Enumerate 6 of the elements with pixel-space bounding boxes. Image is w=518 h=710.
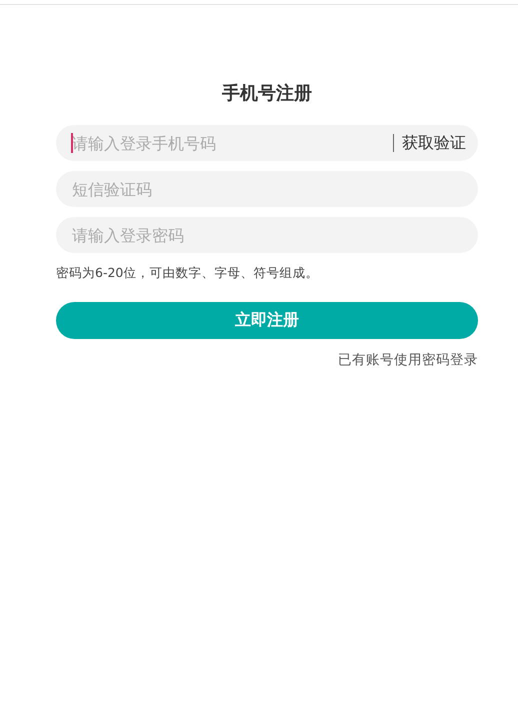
get-code-button[interactable]: 获取验证 bbox=[402, 132, 466, 154]
input-field[interactable]: 短信验证码 bbox=[56, 171, 478, 207]
password-login-link[interactable]: 已有账号使用密码登录 bbox=[338, 351, 478, 369]
input-field[interactable]: 请输入登录密码 bbox=[56, 217, 478, 253]
password-hint: 密码为6-20位，可由数字、字母、符号组成。 bbox=[56, 265, 320, 282]
page-title: 手机号注册 bbox=[222, 82, 312, 105]
